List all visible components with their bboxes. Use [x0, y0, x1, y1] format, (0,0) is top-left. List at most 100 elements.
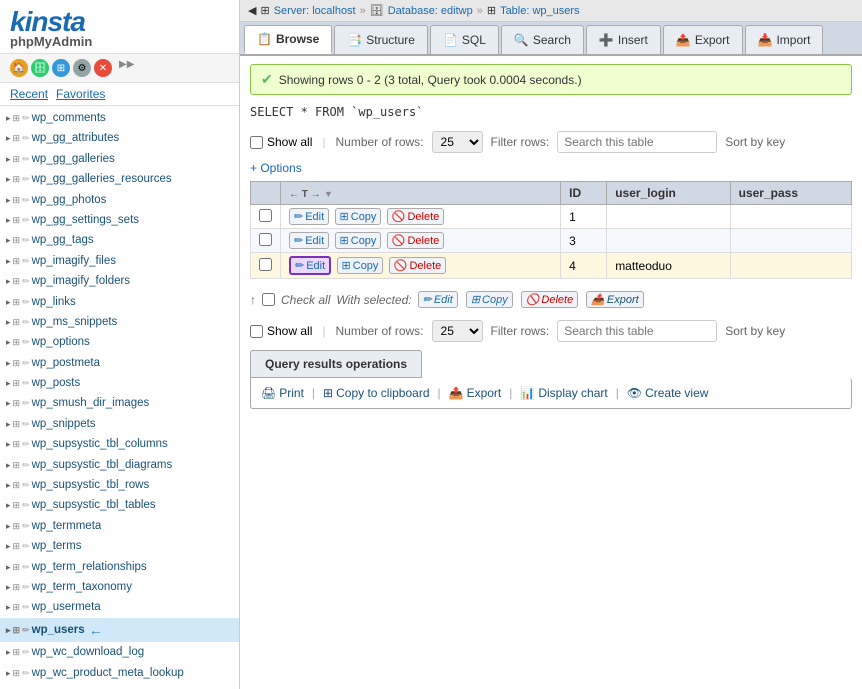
- th-user-pass[interactable]: user_pass: [730, 182, 851, 205]
- table-small-icon: ⊞: [13, 600, 21, 614]
- pencil-small-icon: ✏: [22, 233, 30, 247]
- edit-btn-0[interactable]: ✏ Edit: [289, 208, 329, 225]
- show-all-checkbox-top[interactable]: [250, 136, 263, 149]
- table-small-icon: ⊞: [13, 356, 21, 370]
- delete-btn-0[interactable]: 🚫 Delete: [387, 208, 445, 225]
- tab-label-4: Insert: [618, 33, 648, 47]
- nav-tab-sql[interactable]: 📄SQL: [430, 25, 499, 54]
- check-all-checkbox[interactable]: [262, 293, 275, 306]
- pencil-small-icon: ✏: [22, 193, 30, 207]
- copy-btn-0[interactable]: ⊞ Copy: [335, 208, 382, 225]
- sidebar-tree-item-18[interactable]: ▸⊞✏wp_supsystic_tbl_rows: [0, 475, 239, 495]
- home-icon[interactable]: 🏠: [10, 59, 28, 77]
- recent-link[interactable]: Recent: [10, 87, 48, 101]
- sidebar-tree-item-10[interactable]: ▸⊞✏wp_ms_snippets: [0, 312, 239, 332]
- tree-expand-icon: ▸: [6, 131, 11, 145]
- nav-tab-insert[interactable]: ➕Insert: [586, 25, 661, 54]
- sidebar-tree-item-26[interactable]: ▸⊞✏wp_wc_download_log: [0, 642, 239, 662]
- with-selected-export[interactable]: 📤 Export: [586, 291, 644, 308]
- copy-btn-1[interactable]: ⊞ Copy: [335, 232, 382, 249]
- nav-back[interactable]: ◀: [248, 4, 256, 17]
- num-rows-select-top[interactable]: 2550100: [432, 131, 483, 153]
- row-cb-0[interactable]: [259, 209, 272, 222]
- exit-icon[interactable]: ✕: [94, 59, 112, 77]
- breadcrumb-table[interactable]: Table: wp_users: [500, 5, 580, 17]
- num-rows-select-bottom[interactable]: 2550100: [432, 320, 483, 342]
- tree-item-label: wp_gg_tags: [32, 231, 94, 249]
- sidebar-tree-item-16[interactable]: ▸⊞✏wp_supsystic_tbl_columns: [0, 434, 239, 454]
- tab-label-2: SQL: [462, 33, 486, 47]
- nav-tab-browse[interactable]: 📋Browse: [244, 25, 332, 54]
- sidebar-tree-item-19[interactable]: ▸⊞✏wp_supsystic_tbl_tables: [0, 495, 239, 515]
- sidebar-tree-item-4[interactable]: ▸⊞✏wp_gg_photos: [0, 190, 239, 210]
- check-all-label[interactable]: Check all: [281, 293, 330, 307]
- export-action[interactable]: 📤 Export: [449, 386, 502, 400]
- sidebar-tree-item-3[interactable]: ▸⊞✏wp_gg_galleries_resources: [0, 169, 239, 189]
- sidebar-tree-item-13[interactable]: ▸⊞✏wp_posts: [0, 373, 239, 393]
- table-icon[interactable]: ⊞: [52, 59, 70, 77]
- print-action[interactable]: 🖨 Print: [261, 386, 304, 400]
- row-cb-2[interactable]: [259, 258, 272, 271]
- sidebar-tree-item-22[interactable]: ▸⊞✏wp_term_relationships: [0, 557, 239, 577]
- sidebar-tree-item-14[interactable]: ▸⊞✏wp_smush_dir_images: [0, 393, 239, 413]
- th-user-login[interactable]: user_login: [607, 182, 730, 205]
- sidebar-tree-item-0[interactable]: ▸⊞✏wp_comments: [0, 108, 239, 128]
- query-results-button[interactable]: Query results operations: [250, 350, 422, 378]
- edit-btn-1[interactable]: ✏ Edit: [289, 232, 329, 249]
- with-selected-delete[interactable]: 🚫 Delete: [521, 291, 579, 308]
- sidebar-tree-item-6[interactable]: ▸⊞✏wp_gg_tags: [0, 230, 239, 250]
- sidebar-tree-item-23[interactable]: ▸⊞✏wp_term_taxonomy: [0, 577, 239, 597]
- check-icon: ✔: [261, 71, 273, 88]
- tree-item-label: wp_smush_dir_images: [32, 394, 150, 412]
- sidebar-tree-item-2[interactable]: ▸⊞✏wp_gg_galleries: [0, 149, 239, 169]
- breadcrumb-database[interactable]: Database: editwp: [388, 5, 473, 17]
- nav-tab-export[interactable]: 📤Export: [663, 25, 743, 54]
- nav-tab-search[interactable]: 🔍Search: [501, 25, 584, 54]
- sidebar-tree-item-20[interactable]: ▸⊞✏wp_termmeta: [0, 516, 239, 536]
- nav-tab-import[interactable]: 📥Import: [745, 25, 824, 54]
- sidebar-tree-item-24[interactable]: ▸⊞✏wp_usermeta: [0, 597, 239, 617]
- sidebar-tree-item-8[interactable]: ▸⊞✏wp_imagify_folders: [0, 271, 239, 291]
- sidebar-tree-item-9[interactable]: ▸⊞✏wp_links: [0, 292, 239, 312]
- sidebar-tree-item-1[interactable]: ▸⊞✏wp_gg_attributes: [0, 128, 239, 148]
- query-results-body: 🖨 Print | ⊞ Copy to clipboard | 📤 Export…: [250, 378, 852, 409]
- table-small-icon: ⊞: [13, 335, 21, 349]
- create-view-action[interactable]: 👁 Create view: [627, 386, 709, 400]
- copy-clipboard-action[interactable]: ⊞ Copy to clipboard: [323, 386, 429, 400]
- sidebar-tree-item-15[interactable]: ▸⊞✏wp_snippets: [0, 414, 239, 434]
- tab-label-6: Import: [776, 33, 810, 47]
- breadcrumb-server[interactable]: Server: localhost: [274, 5, 356, 17]
- nav-tab-structure[interactable]: 📑Structure: [334, 25, 428, 54]
- show-all-checkbox-bottom[interactable]: [250, 325, 263, 338]
- delete-btn-2[interactable]: 🚫 Delete: [389, 257, 447, 274]
- search-input-bottom[interactable]: [557, 320, 717, 342]
- tree-expand-icon: ▸: [6, 111, 11, 125]
- with-selected-copy[interactable]: ⊞ Copy: [466, 291, 513, 308]
- sidebar-tree-item-25[interactable]: ▸⊞✏wp_users←: [0, 618, 239, 642]
- delete-btn-1[interactable]: 🚫 Delete: [387, 232, 445, 249]
- with-selected-edit[interactable]: ✏ Edit: [418, 291, 458, 308]
- sidebar-tree-item-21[interactable]: ▸⊞✏wp_terms: [0, 536, 239, 556]
- edit-btn-2[interactable]: ✏ Edit: [289, 256, 331, 275]
- pencil-small-icon: ✏: [22, 623, 30, 637]
- th-id[interactable]: ID: [561, 182, 607, 205]
- sidebar-tree-item-5[interactable]: ▸⊞✏wp_gg_settings_sets: [0, 210, 239, 230]
- options-toggle[interactable]: + Options: [250, 161, 852, 175]
- sidebar-tree-item-17[interactable]: ▸⊞✏wp_supsystic_tbl_diagrams: [0, 455, 239, 475]
- selected-actions: With selected: ✏ Edit ⊞ Copy 🚫 Delete 📤 …: [336, 291, 645, 308]
- sidebar-tree-item-7[interactable]: ▸⊞✏wp_imagify_files: [0, 251, 239, 271]
- pencil-small-icon: ✏: [22, 498, 30, 512]
- search-input-top[interactable]: [557, 131, 717, 153]
- sidebar-tree-item-27[interactable]: ▸⊞✏wp_wc_product_meta_lookup: [0, 663, 239, 683]
- db-icon[interactable]: 🗄: [31, 59, 49, 77]
- sidebar-tree-item-12[interactable]: ▸⊞✏wp_postmeta: [0, 353, 239, 373]
- display-chart-action[interactable]: 📊 Display chart: [520, 386, 607, 400]
- tree-item-label: wp_postmeta: [32, 354, 100, 372]
- favorites-link[interactable]: Favorites: [56, 87, 105, 101]
- sidebar-tree-item-11[interactable]: ▸⊞✏wp_options: [0, 332, 239, 352]
- row-cb-1[interactable]: [259, 233, 272, 246]
- pencil-small-icon: ✏: [22, 645, 30, 659]
- settings-icon[interactable]: ⚙: [73, 59, 91, 77]
- copy-btn-2[interactable]: ⊞ Copy: [337, 257, 384, 274]
- tree-expand-icon: ▸: [6, 666, 11, 680]
